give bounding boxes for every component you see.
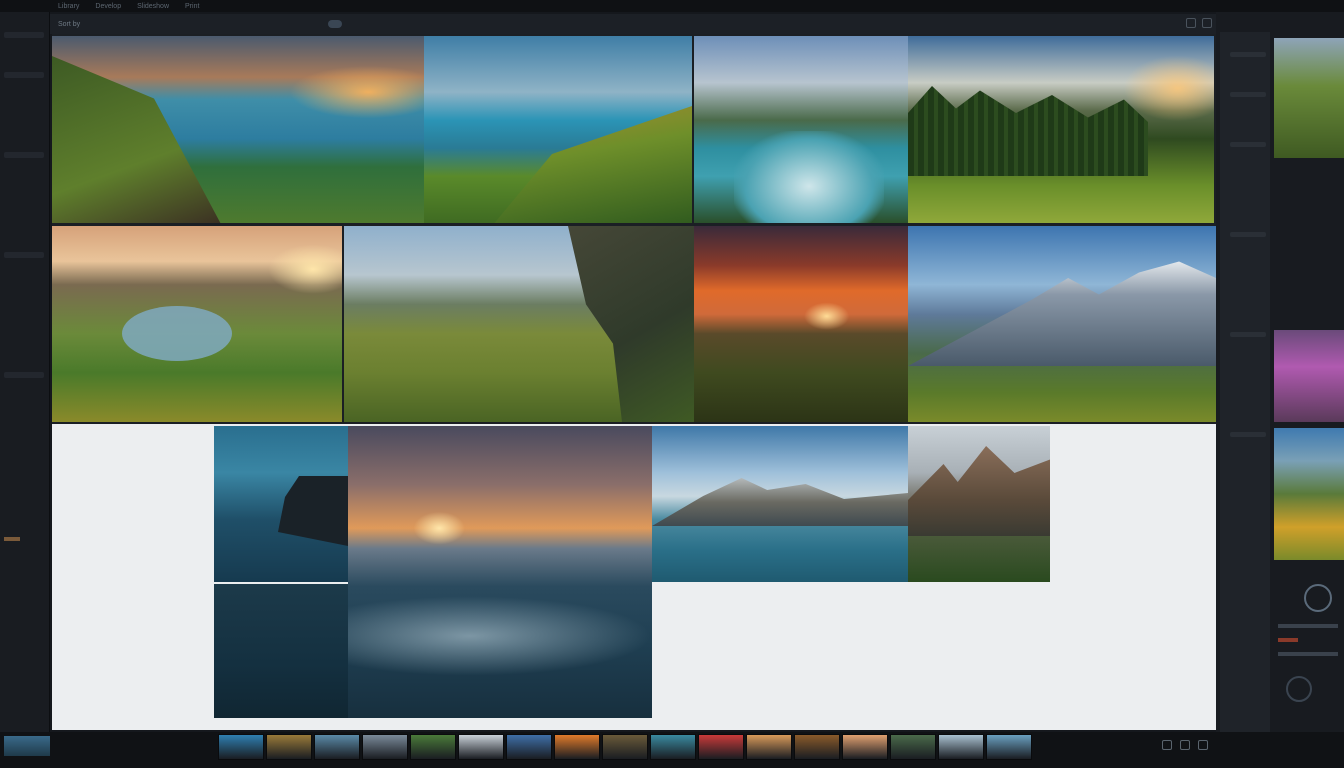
collections-row[interactable] [4, 252, 44, 258]
photo-forest-meadow[interactable] [908, 36, 1214, 223]
flag-icon[interactable] [1180, 740, 1190, 750]
menubar: Library Develop Slideshow Print [0, 0, 1344, 12]
control-row[interactable] [1230, 142, 1266, 147]
preview-thumb[interactable] [1274, 428, 1344, 560]
view-toggle[interactable] [328, 20, 342, 28]
control-row[interactable] [1230, 232, 1266, 237]
filmstrip-thumb[interactable] [458, 734, 504, 760]
photo-dark-sea[interactable] [214, 584, 348, 718]
dial-icon[interactable] [1304, 584, 1332, 612]
filmstrip-thumb[interactable] [890, 734, 936, 760]
dial-icon[interactable] [1286, 676, 1312, 702]
photo-valley-cliffs[interactable] [344, 226, 694, 422]
right-panel [1216, 12, 1344, 732]
slider-track[interactable] [1278, 624, 1338, 628]
photo-snowy-peaks[interactable] [908, 226, 1216, 422]
menu-item-slideshow[interactable]: Slideshow [137, 3, 169, 10]
photo-ocean-sunset[interactable] [348, 426, 652, 718]
control-row[interactable] [1230, 432, 1266, 437]
photo-river-valley[interactable] [694, 36, 908, 223]
filmstrip-thumbs [218, 734, 1032, 760]
control-row[interactable] [1230, 332, 1266, 337]
photo-coastal-cliffs[interactable] [52, 36, 424, 223]
filmstrip-thumb[interactable] [938, 734, 984, 760]
filmstrip-thumb[interactable] [746, 734, 792, 760]
preview-thumb[interactable] [1274, 330, 1344, 422]
filmstrip-current-thumb[interactable] [4, 736, 50, 756]
filmstrip-thumb[interactable] [506, 734, 552, 760]
menu-item-develop[interactable]: Develop [95, 3, 121, 10]
loupe-view-icon[interactable] [1202, 18, 1212, 28]
right-controls-column [1220, 32, 1270, 732]
settings-icon[interactable] [1198, 740, 1208, 750]
photo-sunset-hillside[interactable] [694, 226, 908, 422]
photo-misty-peaks[interactable] [908, 426, 1050, 582]
filmstrip-thumb[interactable] [986, 734, 1032, 760]
control-row[interactable] [1230, 92, 1266, 97]
menu-item-library[interactable]: Library [58, 3, 79, 10]
filmstrip-thumb[interactable] [842, 734, 888, 760]
grid-view-icon[interactable] [1186, 18, 1196, 28]
toolbar: Sort by [50, 14, 1220, 34]
filmstrip-thumb[interactable] [698, 734, 744, 760]
menu-item-print[interactable]: Print [185, 3, 199, 10]
left-panel [0, 12, 50, 732]
filmstrip-thumb[interactable] [362, 734, 408, 760]
publish-row[interactable] [4, 372, 44, 378]
filmstrip-thumb[interactable] [410, 734, 456, 760]
photo-sea-rocks[interactable] [214, 426, 348, 582]
folders-row[interactable] [4, 152, 44, 158]
filmstrip-thumb[interactable] [602, 734, 648, 760]
catalog-row[interactable] [4, 72, 44, 78]
selected-marker [4, 537, 20, 541]
slider-track[interactable] [1278, 652, 1338, 656]
filmstrip-icons [1162, 740, 1208, 750]
filmstrip-thumb[interactable] [794, 734, 840, 760]
filmstrip-thumb[interactable] [266, 734, 312, 760]
slider-fill [1278, 638, 1298, 642]
toolbar-icons [1186, 18, 1212, 28]
filmstrip-thumb[interactable] [650, 734, 696, 760]
preview-thumb[interactable] [1274, 38, 1344, 158]
filmstrip-thumb[interactable] [218, 734, 264, 760]
filter-icon[interactable] [1162, 740, 1172, 750]
filmstrip [0, 732, 1344, 768]
filmstrip-thumb[interactable] [314, 734, 360, 760]
filmstrip-thumb[interactable] [554, 734, 600, 760]
photo-icy-mountains[interactable] [652, 426, 908, 582]
sort-label: Sort by [58, 20, 81, 28]
navigator-row[interactable] [4, 32, 44, 38]
photo-sunrise-lake[interactable] [52, 226, 342, 422]
control-row[interactable] [1230, 52, 1266, 57]
photo-grid [52, 34, 1216, 730]
photo-lake-hills[interactable] [424, 36, 692, 223]
